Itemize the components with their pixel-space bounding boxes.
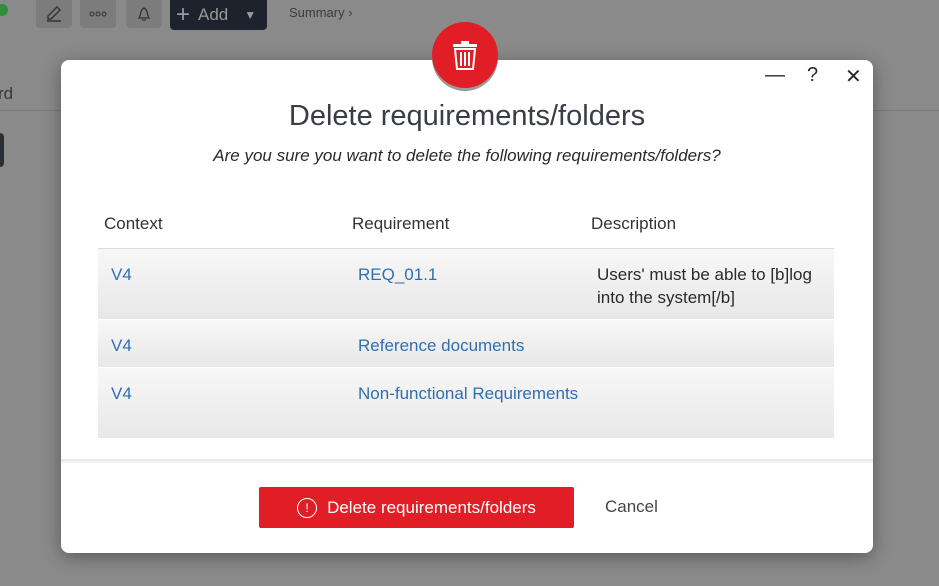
edit-button[interactable] bbox=[36, 0, 72, 28]
dialog-subtitle: Are you sure you want to delete the foll… bbox=[213, 146, 721, 165]
minimize-button[interactable]: — bbox=[765, 64, 785, 87]
column-header-context: Context bbox=[98, 200, 344, 249]
trash-badge bbox=[432, 22, 498, 88]
context-link[interactable]: V4 bbox=[98, 368, 344, 439]
delete-button-label: Delete requirements/folders bbox=[327, 497, 536, 517]
bell-icon bbox=[137, 7, 151, 21]
chevron-down-icon: ▼ bbox=[244, 8, 257, 22]
requirement-link[interactable]: Non-functional Requirements bbox=[344, 368, 591, 439]
add-label: Add bbox=[198, 5, 229, 24]
alert-circle-icon: ! bbox=[297, 497, 318, 518]
requirement-link[interactable]: REQ_01.1 bbox=[344, 249, 591, 320]
cancel-button[interactable]: Cancel bbox=[605, 497, 658, 517]
background-label: rd bbox=[0, 84, 14, 103]
footer-divider bbox=[61, 459, 873, 463]
help-button[interactable]: ? bbox=[807, 64, 818, 87]
dialog-title: Delete requirements/folders bbox=[288, 100, 646, 132]
add-button[interactable]: + Add ▼ bbox=[170, 0, 267, 30]
breadcrumb[interactable]: Summary › bbox=[289, 5, 353, 20]
more-button[interactable] bbox=[80, 0, 116, 28]
context-link[interactable]: V4 bbox=[98, 320, 344, 368]
context-link[interactable]: V4 bbox=[98, 249, 344, 320]
description-text bbox=[591, 320, 834, 368]
close-button[interactable]: ✕ bbox=[845, 64, 862, 89]
status-indicator bbox=[0, 4, 8, 16]
notifications-button[interactable] bbox=[126, 0, 162, 28]
description-text bbox=[591, 368, 834, 439]
table-row: V4 Reference documents bbox=[98, 319, 834, 368]
description-text: Users' must be able to [b]log into the s… bbox=[597, 265, 812, 307]
trash-icon bbox=[453, 41, 477, 70]
delete-button[interactable]: ! Delete requirements/folders bbox=[259, 487, 574, 528]
plus-icon: + bbox=[176, 1, 191, 28]
background-panel bbox=[0, 133, 4, 167]
delete-dialog: — ? ✕ Delete requirements/folders Are yo… bbox=[61, 60, 873, 553]
items-table: Context Requirement Description V4 REQ_0… bbox=[98, 200, 834, 439]
pencil-icon bbox=[47, 6, 61, 22]
column-header-description: Description bbox=[591, 200, 834, 249]
table-header: Context Requirement Description bbox=[98, 200, 834, 249]
column-header-requirement: Requirement bbox=[344, 200, 591, 249]
table-row: V4 Non-functional Requirements bbox=[98, 367, 834, 439]
more-icon bbox=[89, 11, 107, 17]
requirement-link[interactable]: Reference documents bbox=[344, 320, 591, 368]
table-row: V4 REQ_01.1 Users' must be able to [b]lo… bbox=[98, 248, 834, 320]
